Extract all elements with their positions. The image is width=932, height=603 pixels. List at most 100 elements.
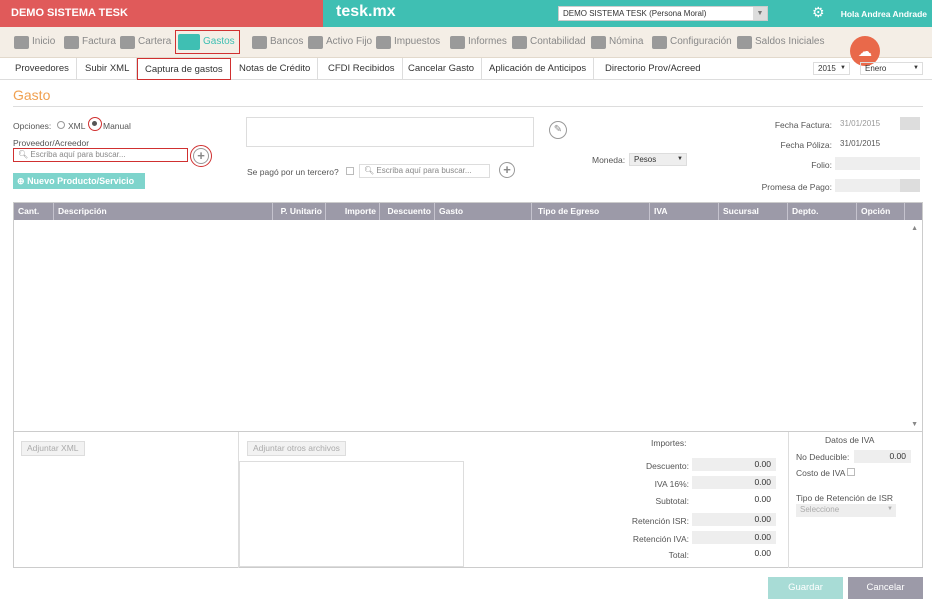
non-deductible-value[interactable]: 0.00 xyxy=(854,450,911,463)
add-third-party-button[interactable]: + xyxy=(499,162,515,178)
nav-label: Informes xyxy=(468,36,507,47)
iva-cost-checkbox[interactable] xyxy=(847,468,855,476)
invoice-date-label: Fecha Factura: xyxy=(774,120,832,130)
nav-item-saldos-iniciales[interactable]: Saldos Iniciales xyxy=(737,27,824,57)
total-label: Total: xyxy=(668,550,689,560)
isr-retention-type-label: Tipo de Retención de ISR xyxy=(796,493,894,503)
cancel-button[interactable]: Cancelar xyxy=(848,577,923,599)
nav-item-gastos[interactable]: Gastos xyxy=(175,30,240,54)
new-product-button[interactable]: ⊕ Nuevo Producto/Servicio xyxy=(13,173,145,189)
user-greeting[interactable]: Hola Andrea Andrade xyxy=(841,9,927,19)
nav-item-nomina[interactable]: Nómina xyxy=(591,27,643,57)
gear-icon[interactable]: ⚙ xyxy=(812,4,828,20)
col-depto: Depto. xyxy=(788,203,857,220)
search-icon: 🔍︎ xyxy=(364,166,375,175)
attachments-box[interactable] xyxy=(239,461,464,567)
iva-retention-value[interactable]: 0.00 xyxy=(692,531,776,544)
calendar-icon[interactable] xyxy=(900,117,920,130)
discount-value[interactable]: 0.00 xyxy=(692,458,776,471)
payment-promise-field[interactable] xyxy=(835,179,900,192)
scroll-down-icon[interactable]: ▼ xyxy=(911,421,918,428)
nav-item-informes[interactable]: Informes xyxy=(450,27,507,57)
nav-label: Cartera xyxy=(138,36,172,47)
cart-icon xyxy=(178,34,200,50)
top-bar: DEMO SISTEMA TESK tesk.mx DEMO SISTEMA T… xyxy=(0,0,932,27)
options-label: Opciones: xyxy=(13,121,52,131)
top-bar-right: tesk.mx DEMO SISTEMA TESK (Persona Moral… xyxy=(323,0,932,27)
attach-xml-button[interactable]: Adjuntar XML xyxy=(21,441,85,456)
save-button[interactable]: Guardar xyxy=(768,577,843,599)
table-header: Cant. Descripción P. Unitario Importe De… xyxy=(14,203,922,220)
year-select[interactable]: 2015 ▼ xyxy=(813,62,850,75)
col-sucursal: Sucursal xyxy=(719,203,788,220)
tab-cancelar-gasto[interactable]: Cancelar Gasto xyxy=(401,58,483,79)
provider-label: Proveedor/Acreedor xyxy=(13,138,90,148)
folio-field[interactable] xyxy=(835,157,920,170)
nav-label: Nómina xyxy=(609,36,644,47)
policy-date-field[interactable]: 31/01/2015 xyxy=(835,137,920,150)
col-cant: Cant. xyxy=(14,203,54,220)
add-provider-button[interactable]: + xyxy=(193,148,209,164)
tab-captura-de-gastos[interactable]: Captura de gastos xyxy=(137,58,231,80)
col-gasto: Gasto xyxy=(435,203,532,220)
search-placeholder: Escriba aquí para buscar... xyxy=(30,150,126,159)
non-deductible-label: No Deducible: xyxy=(796,452,850,462)
tab-subir-xml[interactable]: Subir XML xyxy=(78,58,138,79)
currency-select[interactable]: Pesos ▼ xyxy=(629,153,687,166)
tab-aplicacion-anticipos[interactable]: Aplicación de Anticipos xyxy=(482,58,595,79)
main-nav: Inicio Factura Cartera Gastos Bancos Act… xyxy=(0,27,932,66)
ledger-icon xyxy=(737,35,752,49)
attach-files-button[interactable]: Adjuntar otros archivos xyxy=(247,441,346,456)
nav-item-bancos[interactable]: Bancos xyxy=(252,27,303,57)
col-iva: IVA xyxy=(650,203,719,220)
year-value: 2015 xyxy=(818,64,836,73)
tab-notas-de-credito[interactable]: Notas de Crédito xyxy=(232,58,319,79)
nav-item-activo-fijo[interactable]: Activo Fijo xyxy=(308,27,372,57)
third-party-checkbox[interactable] xyxy=(346,167,354,175)
third-party-label: Se pagó por un tercero? xyxy=(247,167,339,177)
month-value: Enero xyxy=(865,64,887,73)
nav-label: Activo Fijo xyxy=(326,36,373,47)
tab-directorio[interactable]: Directorio Prov/Acreed xyxy=(598,58,708,79)
chevron-down-icon: ▼ xyxy=(840,65,846,71)
third-party-search-input[interactable]: 🔍︎ Escriba aquí para buscar... xyxy=(359,164,490,178)
nav-item-impuestos[interactable]: Impuestos xyxy=(376,27,440,57)
iva-data-title: Datos de IVA xyxy=(825,435,875,445)
isr-retention-value[interactable]: 0.00 xyxy=(692,513,776,526)
nav-label: Gastos xyxy=(203,36,235,47)
radio-manual[interactable] xyxy=(88,117,102,131)
radio-xml[interactable] xyxy=(57,121,65,129)
month-select[interactable]: Enero ▼ xyxy=(860,62,923,75)
iva-cost-label: Costo de IVA xyxy=(796,468,846,478)
pencil-icon[interactable]: ✎ xyxy=(549,121,567,139)
invoice-date-field[interactable]: 31/01/2015 xyxy=(835,117,900,130)
nav-item-contabilidad[interactable]: Contabilidad xyxy=(512,27,586,57)
calendar-icon[interactable] xyxy=(900,179,920,192)
nav-item-inicio[interactable]: Inicio xyxy=(14,27,55,57)
nav-item-configuracion[interactable]: Configuración xyxy=(652,27,732,57)
nav-label: Contabilidad xyxy=(530,36,586,47)
provider-search-input[interactable]: 🔍︎ Escriba aquí para buscar... xyxy=(13,148,188,162)
brain-icon xyxy=(14,35,29,49)
company-select[interactable]: DEMO SISTEMA TESK (Persona Moral) ▼ xyxy=(558,6,768,21)
description-textarea[interactable] xyxy=(246,117,534,147)
nav-item-cartera[interactable]: Cartera xyxy=(120,27,171,57)
isr-retention-label: Retención ISR: xyxy=(631,516,689,526)
scroll-up-icon[interactable]: ▲ xyxy=(911,225,918,232)
tag-icon xyxy=(64,35,79,49)
iva-label: IVA 16%: xyxy=(654,479,689,489)
tab-proveedores[interactable]: Proveedores xyxy=(8,58,77,79)
iva-value[interactable]: 0.00 xyxy=(692,476,776,489)
nav-item-factura[interactable]: Factura xyxy=(64,27,116,57)
isr-select-value: Seleccione xyxy=(800,505,840,514)
col-tipo-egreso: Tipo de Egreso xyxy=(532,203,650,220)
total-value: 0.00 xyxy=(754,548,771,558)
tab-cfdi-recibidos[interactable]: CFDI Recibidos xyxy=(321,58,403,79)
nav-label: Impuestos xyxy=(394,36,441,47)
subtotal-label: Subtotal: xyxy=(655,496,689,506)
isr-retention-select[interactable]: Seleccione ▼ xyxy=(796,504,896,517)
nav-label: Configuración xyxy=(670,36,732,47)
wrench-icon xyxy=(652,35,667,49)
policy-date-label: Fecha Póliza: xyxy=(780,140,833,150)
discount-label: Descuento: xyxy=(646,461,689,471)
